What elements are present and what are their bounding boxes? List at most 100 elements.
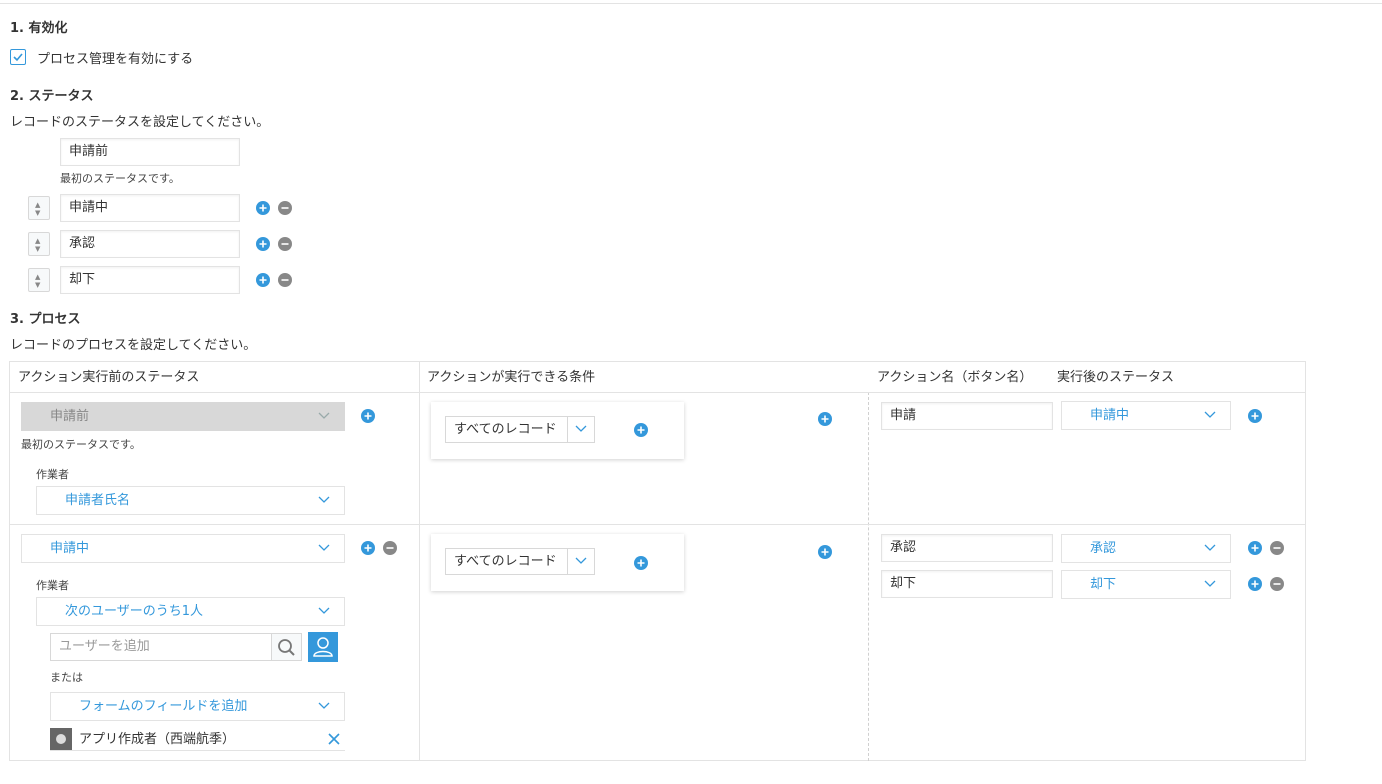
- chevron-down-icon: [575, 557, 587, 564]
- assignee-value: 申請者氏名: [65, 493, 131, 508]
- column-header-action-name: アクション名（ボタン名）: [877, 370, 1033, 385]
- section2-description: レコードのステータスを設定してください。: [10, 115, 270, 130]
- add-status-button[interactable]: [256, 273, 270, 287]
- after-status-value: 却下: [1090, 577, 1117, 592]
- minus-icon: [281, 243, 289, 245]
- column-header-conditions: アクションが実行できる条件: [427, 370, 596, 385]
- condition-select[interactable]: すべてのレコード: [445, 548, 595, 575]
- plus-icon: [1251, 580, 1259, 588]
- action-name-input[interactable]: 却下: [881, 570, 1053, 598]
- add-status-button[interactable]: [256, 237, 270, 251]
- add-action-button[interactable]: [1248, 577, 1262, 591]
- remove-status-button[interactable]: [278, 273, 292, 287]
- plus-icon: [637, 559, 645, 567]
- chevron-down-icon: [318, 412, 330, 419]
- before-status-value: 申請中: [50, 541, 90, 556]
- status-input[interactable]: 申請中: [60, 194, 240, 222]
- chevron-down-icon: [318, 607, 330, 614]
- add-condition-button[interactable]: [634, 556, 648, 570]
- before-status-select[interactable]: 申請中: [21, 534, 345, 563]
- enable-process-label: プロセス管理を有効にする: [37, 52, 194, 67]
- after-status-select[interactable]: 承認: [1061, 534, 1231, 563]
- add-action-button[interactable]: [1248, 409, 1262, 423]
- chevron-down-icon: [318, 702, 330, 709]
- chevron-down-icon: [1204, 411, 1216, 418]
- column-divider-dashed: [868, 392, 869, 761]
- chevron-down-icon: [1204, 580, 1216, 587]
- plus-icon: [259, 240, 267, 248]
- assignee-label: 作業者: [36, 468, 69, 481]
- remove-status-button[interactable]: [278, 201, 292, 215]
- remove-row-button[interactable]: [383, 541, 397, 555]
- after-status-select[interactable]: 申請中: [1061, 401, 1231, 430]
- close-icon: [328, 733, 340, 745]
- user-icon: [313, 637, 333, 657]
- minus-icon: [281, 207, 289, 209]
- minus-icon: [1273, 583, 1281, 585]
- remove-chip-button[interactable]: [327, 732, 341, 746]
- chevron-down-icon: [575, 425, 587, 432]
- form-field-select[interactable]: フォームのフィールドを追加: [50, 692, 345, 721]
- assignee-select[interactable]: 申請者氏名: [36, 486, 345, 515]
- section3-heading: 3. プロセス: [10, 312, 81, 327]
- top-divider: [0, 3, 1382, 4]
- assignee-chip-label: アプリ作成者（西端航季）: [79, 732, 236, 747]
- status-input[interactable]: 承認: [60, 230, 240, 258]
- plus-icon: [1251, 412, 1259, 420]
- after-status-select[interactable]: 却下: [1061, 570, 1231, 599]
- status-reorder-handle[interactable]: ▲ ▼: [28, 196, 50, 220]
- user-search-input[interactable]: ユーザーを追加: [50, 633, 272, 661]
- remove-action-button[interactable]: [1270, 541, 1284, 555]
- plus-icon: [259, 204, 267, 212]
- status-input[interactable]: 却下: [60, 266, 240, 294]
- add-row-button[interactable]: [361, 409, 375, 423]
- after-status-value: 申請中: [1090, 408, 1130, 423]
- add-action-button[interactable]: [1248, 541, 1262, 555]
- before-status-value: 申請前: [50, 409, 90, 424]
- action-name-input[interactable]: 承認: [881, 534, 1053, 562]
- assignee-value: 次のユーザーのうち1人: [65, 604, 204, 619]
- add-row-button[interactable]: [361, 541, 375, 555]
- condition-select[interactable]: すべてのレコード: [445, 416, 595, 443]
- condition-value: すべてのレコード: [454, 554, 557, 569]
- column-header-after-status: 実行後のステータス: [1057, 370, 1175, 385]
- chevron-down-icon: [1204, 544, 1216, 551]
- user-search-placeholder: ユーザーを追加: [59, 639, 150, 654]
- plus-icon: [1251, 544, 1259, 552]
- section1-heading: 1. 有効化: [10, 21, 68, 36]
- add-status-button[interactable]: [256, 201, 270, 215]
- or-label: または: [50, 671, 83, 684]
- remove-status-button[interactable]: [278, 237, 292, 251]
- status-reorder-handle[interactable]: ▲ ▼: [28, 268, 50, 292]
- before-status-select: 申請前: [21, 402, 345, 431]
- add-condition-group-button[interactable]: [818, 412, 832, 426]
- chevron-down-icon: [318, 496, 330, 503]
- section2-heading: 2. ステータス: [10, 89, 94, 104]
- form-field-select-value: フォームのフィールドを追加: [79, 699, 248, 714]
- add-condition-button[interactable]: [634, 423, 648, 437]
- user-select-button[interactable]: [308, 632, 338, 662]
- plus-icon: [637, 426, 645, 434]
- action-name-input[interactable]: 申請: [881, 402, 1053, 430]
- status-reorder-handle[interactable]: ▲ ▼: [28, 232, 50, 256]
- user-search-button[interactable]: [272, 633, 302, 661]
- minus-icon: [386, 547, 394, 549]
- plus-icon: [259, 276, 267, 284]
- after-status-value: 承認: [1090, 541, 1117, 556]
- minus-icon: [281, 279, 289, 281]
- column-divider: [419, 361, 420, 761]
- row-divider: [9, 524, 1306, 525]
- column-header-before-status: アクション実行前のステータス: [18, 370, 200, 385]
- first-status-input[interactable]: 申請前: [60, 138, 240, 166]
- plus-icon: [821, 415, 829, 423]
- section3-description: レコードのプロセスを設定してください。: [10, 338, 257, 353]
- search-icon: [278, 639, 295, 656]
- plus-icon: [364, 412, 372, 420]
- enable-process-checkbox[interactable]: [10, 49, 26, 65]
- remove-action-button[interactable]: [1270, 577, 1284, 591]
- plus-icon: [364, 544, 372, 552]
- assignee-label: 作業者: [36, 579, 69, 592]
- header-divider: [9, 392, 1306, 393]
- assignee-select[interactable]: 次のユーザーのうち1人: [36, 597, 345, 626]
- add-condition-group-button[interactable]: [818, 545, 832, 559]
